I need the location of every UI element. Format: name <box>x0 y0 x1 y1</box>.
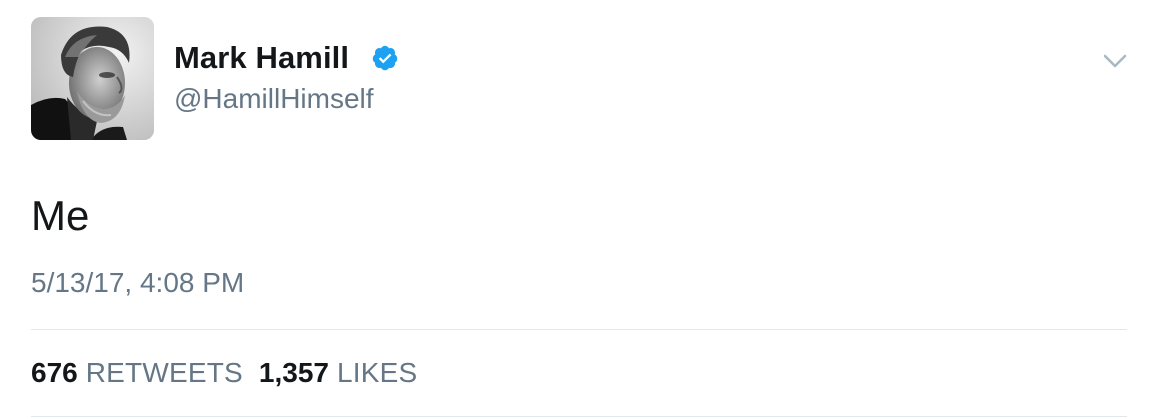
divider <box>31 416 1127 417</box>
chevron-down-icon[interactable] <box>1100 50 1130 72</box>
avatar-portrait <box>31 17 154 140</box>
tweet-timestamp[interactable]: 5/13/17, 4:08 PM <box>31 267 244 299</box>
verified-badge-icon <box>372 45 398 71</box>
tweet-text: Me <box>31 192 90 239</box>
avatar[interactable] <box>31 17 154 140</box>
tweet-stats: 676 RETWEETS 1,357 LIKES <box>31 357 433 389</box>
author-handle[interactable]: @HamillHimself <box>174 83 374 115</box>
retweets-label: RETWEETS <box>85 357 243 388</box>
retweets-count: 676 <box>31 357 78 388</box>
likes-count: 1,357 <box>258 357 329 388</box>
retweets-stat[interactable]: 676 RETWEETS <box>31 357 243 389</box>
tweet-card: Mark Hamill @HamillHimself Me 5/13/17, 4… <box>0 0 1160 419</box>
likes-stat[interactable]: 1,357 LIKES <box>259 357 417 389</box>
likes-label: LIKES <box>336 357 418 388</box>
divider <box>31 329 1127 330</box>
author-display-name[interactable]: Mark Hamill <box>174 40 349 76</box>
